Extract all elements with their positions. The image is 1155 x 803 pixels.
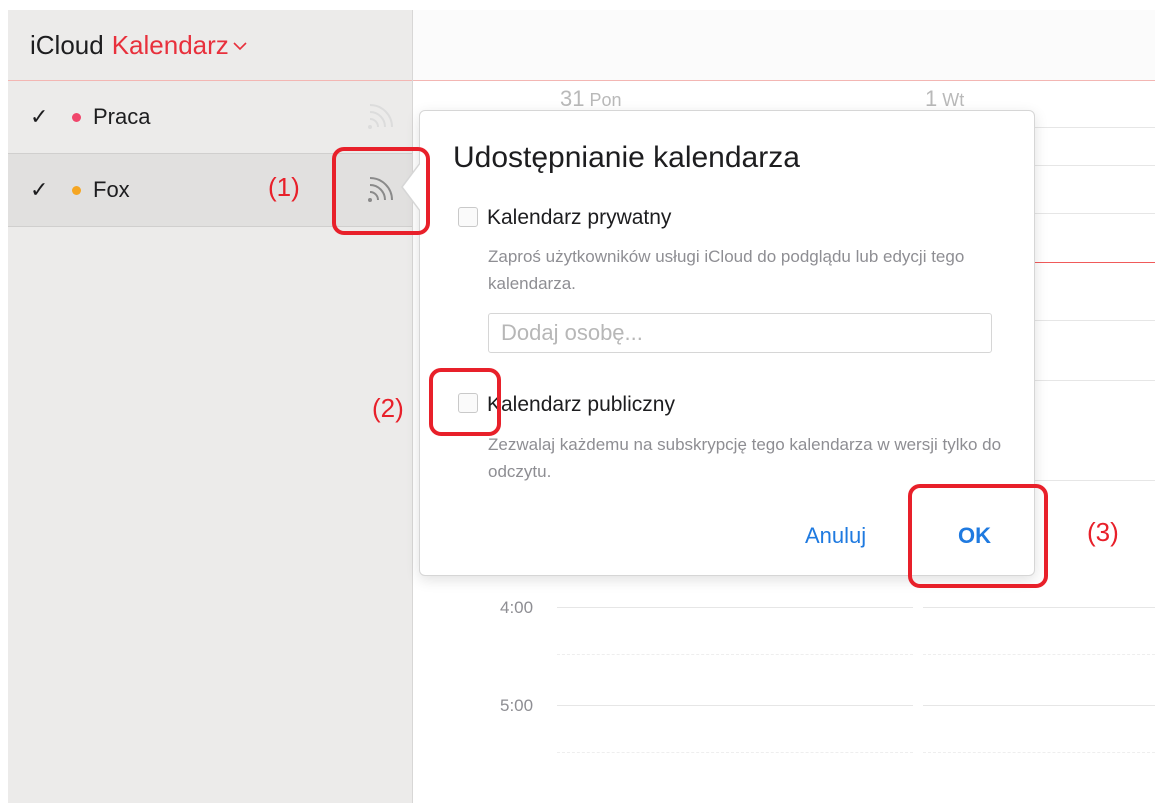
day-header: 31 Pon — [560, 86, 622, 112]
annotation-label: (1) — [268, 172, 300, 202]
grid-line — [923, 752, 1155, 753]
grid-line — [1030, 480, 1155, 481]
chevron-down-icon[interactable] — [233, 38, 247, 56]
app-name: iCloud — [30, 29, 104, 60]
calendar-item-label: Fox — [93, 177, 130, 202]
current-time-line — [1030, 262, 1155, 263]
day-number: 31 — [560, 86, 585, 111]
calendar-app: iCloud Kalendarz ✓ Praca ✓ Fox 31 Pon 1 … — [0, 0, 1155, 803]
calendar-color-dot — [72, 185, 81, 195]
calendar-item-praca[interactable]: ✓ Praca — [8, 81, 412, 153]
main-toolbar — [413, 10, 1155, 81]
time-label: 4:00 — [500, 598, 534, 617]
time-label: 5:00 — [500, 696, 534, 715]
annotation-box-public — [429, 368, 501, 436]
add-person-input[interactable] — [488, 313, 992, 353]
sidebar-header: iCloud Kalendarz — [8, 10, 412, 81]
calendar-color-dot — [72, 112, 81, 122]
grid-line — [557, 607, 913, 608]
grid-line — [1030, 380, 1155, 381]
calendar-menu[interactable]: Kalendarz — [112, 30, 229, 61]
day-number: 1 — [925, 86, 938, 111]
grid-line — [1030, 213, 1155, 214]
annotation-label: (2) — [372, 393, 404, 423]
private-calendar-description: Zaproś użytkowników usługi iCloud do pod… — [488, 247, 965, 293]
day-name: Pon — [589, 90, 622, 110]
checkmark-icon[interactable]: ✓ — [30, 177, 56, 203]
calendar-item-label: Praca — [93, 104, 151, 129]
annotation-box-share — [332, 147, 430, 235]
private-calendar-checkbox[interactable] — [458, 207, 478, 227]
cancel-button[interactable]: Anuluj — [805, 523, 866, 549]
grid-line — [1030, 320, 1155, 321]
grid-line — [1030, 165, 1155, 166]
grid-line — [923, 654, 1155, 655]
grid-line — [1030, 127, 1155, 128]
grid-line — [557, 654, 913, 655]
day-name: Wt — [942, 90, 965, 110]
public-calendar-label[interactable]: Kalendarz publiczny — [487, 393, 675, 417]
share-icon[interactable] — [362, 99, 398, 135]
annotation-label: (3) — [1087, 517, 1119, 547]
grid-line — [923, 607, 1155, 608]
public-calendar-description: Zezwalaj każdemu na subskrypcję tego kal… — [488, 435, 1002, 481]
popover-title: Udostępnianie kalendarza — [453, 141, 800, 174]
grid-line — [923, 705, 1155, 706]
grid-line — [557, 705, 913, 706]
sidebar: iCloud Kalendarz ✓ Praca ✓ Fox — [8, 10, 413, 803]
private-calendar-label[interactable]: Kalendarz prywatny — [487, 206, 671, 230]
day-header: 1 Wt — [925, 86, 964, 112]
checkmark-icon[interactable]: ✓ — [30, 104, 56, 130]
grid-line — [557, 752, 913, 753]
annotation-box-ok — [908, 484, 1048, 588]
